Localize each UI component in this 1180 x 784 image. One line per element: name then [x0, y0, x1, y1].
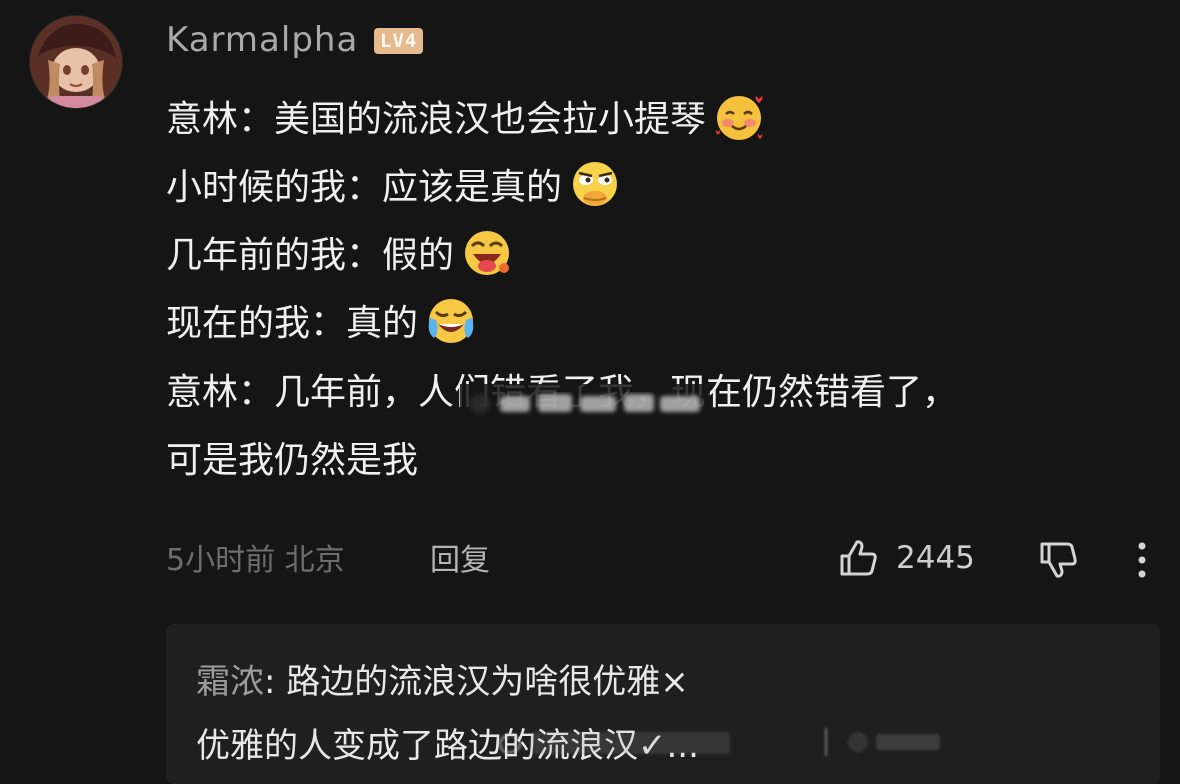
reply-author[interactable]: 霜浓	[196, 662, 264, 702]
comment-line-2: 小时候的我：应该是真的	[166, 162, 622, 216]
dislike-button[interactable]	[1036, 538, 1080, 582]
tongue-out-emoji-icon	[460, 226, 514, 280]
comment-line-5: 意林：几年前，人们错看了我，现在仍然错看了，	[166, 372, 959, 413]
thumbs-up-icon	[840, 540, 877, 576]
avatar-illustration	[30, 16, 122, 108]
comment-text: 意林：美国的流浪汉也会拉小提琴	[166, 99, 707, 140]
comment-time-location: 5小时前 北京	[166, 543, 345, 578]
comment-line-4: 现在的我：真的	[166, 298, 478, 352]
comment-text: 现在的我：真的	[166, 303, 419, 344]
more-options-button[interactable]	[1124, 540, 1160, 580]
level-badge: LV4	[374, 28, 424, 54]
smug-duck-emoji-icon	[568, 158, 622, 212]
reply-line-2: 优雅的人变成了路边的流浪汉✓...	[196, 726, 699, 766]
reply-button[interactable]: 回复	[430, 541, 490, 581]
tears-of-joy-emoji-icon	[424, 294, 478, 348]
vertical-dots-icon	[1138, 542, 1146, 578]
user-avatar[interactable]	[30, 16, 122, 108]
reply-text: 路边的流浪汉为啥很优雅×	[286, 662, 689, 702]
blushing-hearts-emoji-icon	[712, 90, 766, 144]
comment-text: 几年前的我：假的	[166, 235, 455, 276]
comment-line-1: 意林：美国的流浪汉也会拉小提琴	[166, 94, 766, 148]
thumbs-down-icon	[1040, 542, 1077, 578]
reply-separator: :	[264, 662, 276, 702]
comment-text: 小时候的我：应该是真的	[166, 167, 563, 208]
comment-line-6: 可是我仍然是我	[166, 440, 419, 481]
like-button[interactable]: 2445	[836, 536, 975, 580]
like-count: 2445	[896, 540, 975, 576]
comment-line-3: 几年前的我：假的	[166, 230, 514, 284]
username[interactable]: Karmalpha	[166, 18, 358, 62]
reply-line-1: 霜浓: 路边的流浪汉为啥很优雅×	[196, 660, 689, 704]
